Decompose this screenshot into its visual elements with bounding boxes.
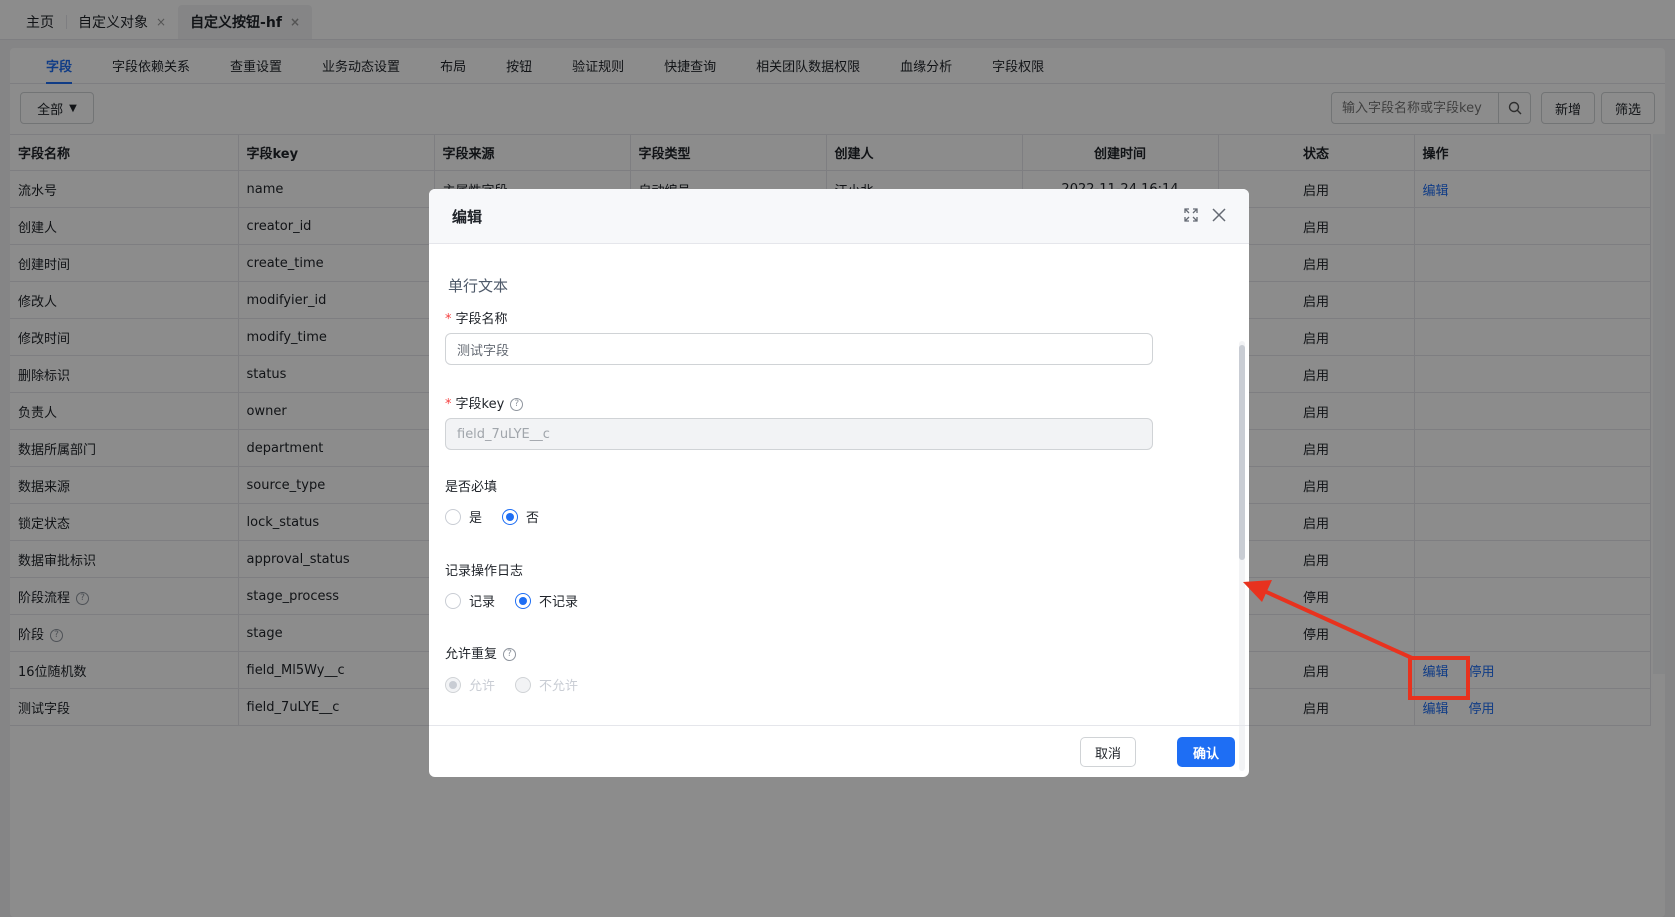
label-text: 字段名称 [455, 312, 508, 327]
field-type-title: 单行文本 [448, 277, 509, 295]
cancel-button[interactable]: 取消 [1080, 737, 1136, 767]
log-label: 记录操作日志 [445, 564, 524, 579]
radio-label: 是 [469, 511, 483, 526]
radio-circle [445, 676, 461, 693]
help-icon[interactable]: ? [510, 398, 524, 411]
radio-circle [445, 508, 461, 525]
allow-radio: 允许 [445, 675, 495, 694]
required-label: 是否必填 [445, 480, 498, 495]
log-radio-group: 记录 不记录 [445, 591, 598, 610]
help-icon[interactable]: ? [503, 648, 517, 661]
radio-label: 不允许 [539, 679, 579, 694]
cancel-label: 取消 [1094, 746, 1121, 762]
radio-label: 否 [526, 511, 540, 526]
close-icon[interactable] [1211, 207, 1227, 227]
modal-title: 编辑 [452, 207, 483, 226]
radio-circle [515, 676, 532, 693]
confirm-button[interactable]: 确认 [1177, 737, 1235, 767]
disallow-radio: 不允许 [515, 675, 578, 694]
log-no-record-radio[interactable]: 不记录 [515, 591, 578, 610]
modal-header: 编辑 [429, 189, 1249, 244]
radio-circle [445, 592, 461, 609]
label-text: 允许重复 [445, 647, 498, 662]
radio-circle [515, 592, 532, 609]
field-name-input[interactable]: 测试字段 [445, 333, 1153, 365]
radio-label: 记录 [469, 595, 496, 610]
radio-circle [502, 508, 519, 525]
duplicate-radio-group: 允许 不允许 [445, 675, 598, 694]
modal-body: 单行文本 * 字段名称 测试字段 * 字段key? field_7uLYE__c 是… [429, 245, 1249, 771]
radio-label: 允许 [469, 679, 496, 694]
highlight-box [1408, 656, 1470, 700]
field-key-label: * 字段key? [445, 393, 524, 412]
modal-scrollbar-thumb[interactable] [1239, 345, 1245, 560]
required-no-radio[interactable]: 否 [502, 507, 539, 526]
required-mark: * [445, 312, 452, 327]
field-name-label: * 字段名称 [445, 308, 508, 327]
required-yes-radio[interactable]: 是 [445, 507, 482, 526]
confirm-label: 确认 [1192, 746, 1219, 762]
required-mark: * [445, 397, 452, 412]
expand-icon[interactable] [1183, 207, 1199, 227]
log-record-radio[interactable]: 记录 [445, 591, 495, 610]
field-key-input: field_7uLYE__c [445, 418, 1153, 450]
required-radio-group: 是 否 [445, 507, 559, 526]
radio-label: 不记录 [539, 595, 579, 610]
label-text: 字段key [455, 397, 505, 412]
modal-footer: 取消 确认 [429, 725, 1249, 777]
allow-duplicate-label: 允许重复? [445, 643, 517, 662]
edit-modal: 编辑 单行文本 * 字段名称 测试字段 * 字段key? field_7uLYE__… [429, 189, 1249, 777]
